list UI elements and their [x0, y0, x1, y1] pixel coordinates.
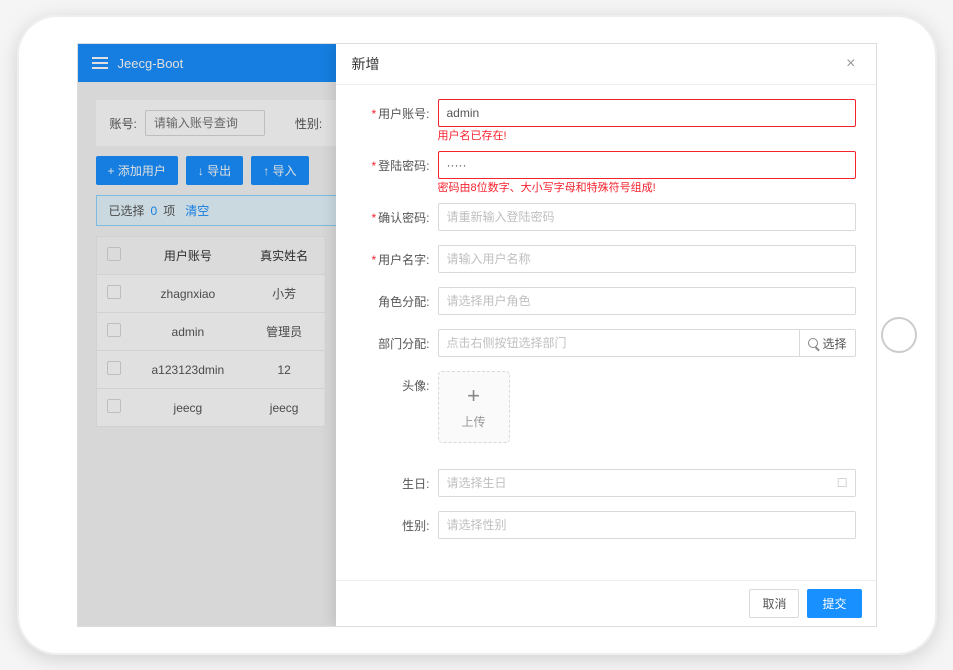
modal-footer: 取消 提交	[336, 580, 876, 626]
cancel-button[interactable]: 取消	[749, 589, 799, 618]
role-select[interactable]	[438, 287, 856, 315]
realname-input[interactable]	[438, 245, 856, 273]
form-row-realname: *用户名字:	[356, 245, 856, 273]
upload-text: 上传	[461, 413, 485, 430]
birthday-input[interactable]	[438, 469, 856, 497]
form-row-password: *登陆密码: 密码由8位数字、大小写字母和特殊符号组成!	[356, 151, 856, 195]
form-row-role: 角色分配:	[356, 287, 856, 315]
plus-icon: +	[467, 385, 480, 407]
password-error: 密码由8位数字、大小写字母和特殊符号组成!	[438, 182, 856, 195]
modal-body: *用户账号: 用户名已存在! *登陆密码: 密码由8位数字、大小写字母和特殊符号…	[336, 85, 876, 580]
account-error: 用户名已存在!	[438, 130, 856, 143]
tablet-frame: Jeecg-Boot 账号: 性别: + 添加用户 ↓ 导出 ↑ 导入 已选择 …	[17, 15, 937, 655]
calendar-icon: ☐	[837, 476, 848, 490]
password-input[interactable]	[438, 151, 856, 179]
add-user-modal: 新增 × *用户账号: 用户名已存在! *登陆密码: 密码由8位数字、大小写字母…	[336, 44, 876, 626]
form-row-dept: 部门分配: 选择	[356, 329, 856, 357]
dept-select-button[interactable]: 选择	[800, 329, 855, 357]
app-screen: Jeecg-Boot 账号: 性别: + 添加用户 ↓ 导出 ↑ 导入 已选择 …	[77, 43, 877, 627]
avatar-upload[interactable]: + 上传	[438, 371, 510, 443]
form-row-gender: 性别:	[356, 511, 856, 539]
confirm-password-input[interactable]	[438, 203, 856, 231]
modal-title: 新增	[352, 54, 380, 74]
form-row-avatar: 头像: + 上传	[356, 371, 856, 443]
modal-header: 新增 ×	[336, 44, 876, 85]
account-input[interactable]	[438, 99, 856, 127]
form-row-account: *用户账号: 用户名已存在!	[356, 99, 856, 143]
home-button[interactable]	[881, 317, 917, 353]
dept-input[interactable]	[438, 329, 801, 357]
search-icon	[808, 338, 818, 348]
form-row-confirm: *确认密码:	[356, 203, 856, 231]
gender-select[interactable]	[438, 511, 856, 539]
submit-button[interactable]: 提交	[807, 589, 861, 618]
form-row-birthday: 生日: ☐	[356, 469, 856, 497]
close-icon[interactable]: ×	[842, 55, 859, 73]
